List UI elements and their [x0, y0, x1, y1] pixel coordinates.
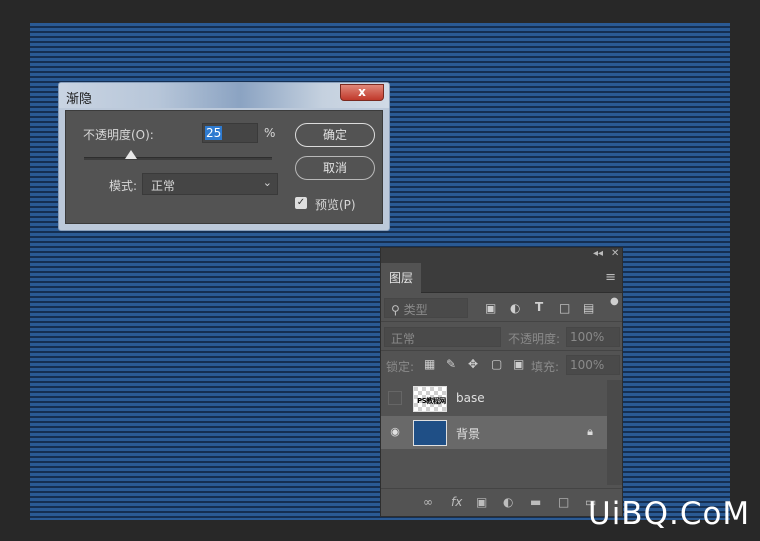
lock-position-icon[interactable]: ✥: [468, 357, 478, 371]
filter-kind-select[interactable]: ⚲ 类型: [384, 298, 468, 318]
dialog-titlebar[interactable]: 渐隐 x: [59, 83, 389, 108]
blend-mode-select[interactable]: 正常: [384, 327, 501, 347]
lock-all-icon[interactable]: ▣: [513, 357, 524, 371]
panel-tab-row: 图层 ≡: [381, 263, 622, 293]
filter-toggle-icon[interactable]: ●: [610, 296, 619, 307]
filter-kind-value: 类型: [403, 303, 428, 317]
shape-filter-icon[interactable]: □: [559, 301, 570, 315]
layer-opacity-value: 100%: [570, 330, 605, 344]
opacity-value: 25: [205, 126, 223, 140]
fade-dialog: 渐隐 x 不透明度(O): 25 % 模式: 正常 ⌄ 确定 取消 ✓ 预览(P…: [58, 82, 390, 231]
scrollbar[interactable]: [607, 380, 622, 485]
chevron-down-icon: ⌄: [262, 176, 272, 189]
opacity-label: 不透明度(O):: [83, 128, 154, 142]
new-layer-icon[interactable]: □: [558, 495, 569, 509]
opacity-input[interactable]: 25: [202, 123, 258, 143]
percent-label: %: [264, 126, 276, 140]
mode-label: 模式:: [109, 179, 138, 193]
layer-name[interactable]: 背景: [456, 425, 480, 442]
fx-icon[interactable]: fx: [451, 495, 462, 509]
mode-select[interactable]: 正常 ⌄: [142, 173, 278, 195]
opacity-slider-track[interactable]: [84, 157, 272, 160]
thumbnail-text: PS教程网: [417, 397, 446, 405]
collapse-icon[interactable]: ◂◂: [593, 248, 603, 259]
lock-artboard-icon[interactable]: ▢: [491, 357, 502, 371]
mode-value: 正常: [151, 179, 176, 193]
preview-label: 预览(P): [315, 198, 356, 212]
adjustment-filter-icon[interactable]: ◐: [510, 301, 520, 315]
folder-icon[interactable]: ▬: [530, 495, 541, 509]
eye-icon[interactable]: ◉: [388, 425, 402, 439]
watermark: UiBQ.CoM: [588, 496, 751, 532]
fill-value: 100%: [570, 358, 605, 372]
divider: [381, 350, 622, 351]
dialog-title: 渐隐: [66, 92, 93, 107]
lock-paint-icon[interactable]: ✎: [446, 357, 456, 371]
layer-name[interactable]: base: [456, 391, 485, 405]
type-filter-icon[interactable]: T: [535, 300, 543, 314]
preview-checkbox[interactable]: ✓: [295, 197, 307, 209]
close-icon: x: [358, 85, 366, 99]
panel-topbar: ◂◂ ✕: [381, 248, 622, 263]
layer-opacity-label: 不透明度:: [508, 332, 561, 346]
layer-thumbnail: PS教程网: [413, 386, 447, 412]
visibility-toggle[interactable]: [388, 391, 402, 405]
lock-transparent-icon[interactable]: ▦: [424, 357, 435, 371]
panel-menu-icon[interactable]: ≡: [605, 270, 616, 285]
opacity-slider-thumb[interactable]: [125, 150, 137, 159]
close-button[interactable]: x: [340, 84, 384, 101]
layers-panel: ◂◂ ✕ 图层 ≡ ⚲ 类型 ▣ ◐ T □ ▤ ● 正常 不透明度: 100%…: [380, 247, 623, 517]
panel-bottom-bar: ∞ fx ▣ ◐ ▬ □ ▭: [381, 488, 622, 516]
image-filter-icon[interactable]: ▣: [485, 301, 496, 315]
close-icon[interactable]: ✕: [611, 248, 619, 259]
dialog-body: 不透明度(O): 25 % 模式: 正常 ⌄ 确定 取消 ✓ 预览(P): [65, 110, 383, 224]
lock-label: 锁定:: [386, 360, 415, 374]
lock-icon: 🔒︎: [587, 425, 593, 438]
fill-label: 填充:: [531, 360, 560, 374]
layer-row-base[interactable]: PS教程网 base: [381, 382, 607, 415]
fill-input[interactable]: 100%: [566, 355, 620, 375]
link-icon[interactable]: ∞: [423, 495, 433, 509]
cancel-button[interactable]: 取消: [295, 156, 375, 180]
layer-opacity-input[interactable]: 100%: [566, 327, 620, 347]
ok-button[interactable]: 确定: [295, 123, 375, 147]
divider: [381, 321, 622, 322]
smart-object-filter-icon[interactable]: ▤: [583, 301, 594, 315]
blend-mode-value: 正常: [391, 332, 416, 346]
adjustment-icon[interactable]: ◐: [503, 495, 513, 509]
tab-layers[interactable]: 图层: [381, 263, 421, 293]
layer-row-background[interactable]: ◉ 背景 🔒︎: [381, 416, 607, 449]
layer-thumbnail: [413, 420, 447, 446]
search-icon: ⚲: [391, 303, 400, 317]
mask-icon[interactable]: ▣: [476, 495, 487, 509]
